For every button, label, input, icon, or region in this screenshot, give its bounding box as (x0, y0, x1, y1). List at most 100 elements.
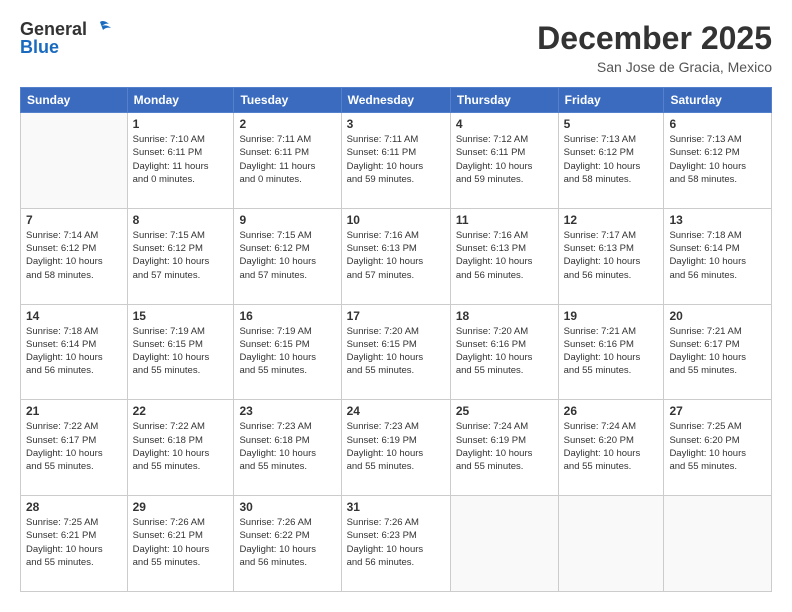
table-row: 17Sunrise: 7:20 AM Sunset: 6:15 PM Dayli… (341, 304, 450, 400)
day-number: 24 (347, 404, 445, 418)
table-row: 2 Sunrise: 7:11 AM Sunset: 6:11 PM Daylig… (234, 113, 341, 209)
table-row: 9 Sunrise: 7:15 AM Sunset: 6:12 PM Daylig… (234, 208, 341, 304)
day-number: 4 (456, 117, 553, 131)
day-number: 28 (26, 500, 122, 514)
day-info: Sunrise: 7:15 AM Sunset: 6:12 PM Dayligh… (239, 229, 335, 282)
day-number: 18 (456, 309, 553, 323)
day-info: Sunrise: 7:17 AM Sunset: 6:13 PM Dayligh… (564, 229, 659, 282)
day-number: 16 (239, 309, 335, 323)
day-info: Sunrise: 7:15 AM Sunset: 6:12 PM Dayligh… (133, 229, 229, 282)
calendar-week-row: 21 Sunrise: 7:22 AM Sunset: 6:17 PM Dayli… (21, 400, 772, 496)
table-row: 7 Sunrise: 7:14 AM Sunset: 6:12 PM Daylig… (21, 208, 128, 304)
col-saturday: Saturday (664, 88, 772, 113)
day-number: 2 (239, 117, 335, 131)
day-info: Sunrise: 7:25 AM Sunset: 6:20 PM Dayligh… (669, 420, 766, 473)
day-number: 5 (564, 117, 659, 131)
table-row: 19 Sunrise: 7:21 AM Sunset: 6:16 PM Dayli… (558, 304, 664, 400)
table-row: 8 Sunrise: 7:15 AM Sunset: 6:12 PM Daylig… (127, 208, 234, 304)
day-number: 19 (564, 309, 659, 323)
day-info: Sunrise: 7:14 AM Sunset: 6:12 PM Dayligh… (26, 229, 122, 282)
day-number: 21 (26, 404, 122, 418)
day-info: Sunrise: 7:18 AM Sunset: 6:14 PM Dayligh… (26, 325, 122, 378)
day-info: Sunrise: 7:11 AM Sunset: 6:11 PM Dayligh… (347, 133, 445, 186)
table-row: 10 Sunrise: 7:16 AM Sunset: 6:13 PM Dayli… (341, 208, 450, 304)
day-number: 9 (239, 213, 335, 227)
day-info: Sunrise: 7:22 AM Sunset: 6:17 PM Dayligh… (26, 420, 122, 473)
logo-blue: Blue (20, 38, 59, 56)
table-row: 11 Sunrise: 7:16 AM Sunset: 6:13 PM Dayli… (450, 208, 558, 304)
day-number: 7 (26, 213, 122, 227)
table-row: 21 Sunrise: 7:22 AM Sunset: 6:17 PM Dayli… (21, 400, 128, 496)
day-number: 10 (347, 213, 445, 227)
table-row (558, 496, 664, 592)
table-row: 3 Sunrise: 7:11 AM Sunset: 6:11 PM Daylig… (341, 113, 450, 209)
table-row: 14 Sunrise: 7:18 AM Sunset: 6:14 PM Dayli… (21, 304, 128, 400)
logo: General Blue (20, 20, 111, 56)
day-info: Sunrise: 7:21 AM Sunset: 6:17 PM Dayligh… (669, 325, 766, 378)
day-info: Sunrise: 7:19 AM Sunset: 6:15 PM Dayligh… (133, 325, 229, 378)
calendar: Sunday Monday Tuesday Wednesday Thursday… (20, 87, 772, 592)
table-row (664, 496, 772, 592)
col-monday: Monday (127, 88, 234, 113)
table-row: 25Sunrise: 7:24 AM Sunset: 6:19 PM Dayli… (450, 400, 558, 496)
calendar-header-row: Sunday Monday Tuesday Wednesday Thursday… (21, 88, 772, 113)
day-number: 20 (669, 309, 766, 323)
day-number: 11 (456, 213, 553, 227)
logo-general: General (20, 20, 87, 38)
table-row: 24 Sunrise: 7:23 AM Sunset: 6:19 PM Dayli… (341, 400, 450, 496)
day-info: Sunrise: 7:11 AM Sunset: 6:11 PM Dayligh… (239, 133, 335, 186)
day-info: Sunrise: 7:20 AM Sunset: 6:15 PM Dayligh… (347, 325, 445, 378)
table-row: 1 Sunrise: 7:10 AM Sunset: 6:11 PM Daylig… (127, 113, 234, 209)
table-row: 18Sunrise: 7:20 AM Sunset: 6:16 PM Dayli… (450, 304, 558, 400)
day-number: 14 (26, 309, 122, 323)
day-number: 26 (564, 404, 659, 418)
table-row: 26 Sunrise: 7:24 AM Sunset: 6:20 PM Dayli… (558, 400, 664, 496)
day-info: Sunrise: 7:16 AM Sunset: 6:13 PM Dayligh… (456, 229, 553, 282)
day-info: Sunrise: 7:26 AM Sunset: 6:21 PM Dayligh… (133, 516, 229, 569)
day-info: Sunrise: 7:12 AM Sunset: 6:11 PM Dayligh… (456, 133, 553, 186)
table-row: 16 Sunrise: 7:19 AM Sunset: 6:15 PM Dayli… (234, 304, 341, 400)
page: General Blue December 2025 San Jose de G… (0, 0, 792, 612)
day-number: 30 (239, 500, 335, 514)
day-number: 31 (347, 500, 445, 514)
day-info: Sunrise: 7:23 AM Sunset: 6:19 PM Dayligh… (347, 420, 445, 473)
calendar-week-row: 1 Sunrise: 7:10 AM Sunset: 6:11 PM Daylig… (21, 113, 772, 209)
table-row: 22Sunrise: 7:22 AM Sunset: 6:18 PM Dayli… (127, 400, 234, 496)
day-number: 8 (133, 213, 229, 227)
day-info: Sunrise: 7:16 AM Sunset: 6:13 PM Dayligh… (347, 229, 445, 282)
day-info: Sunrise: 7:13 AM Sunset: 6:12 PM Dayligh… (564, 133, 659, 186)
day-number: 1 (133, 117, 229, 131)
day-info: Sunrise: 7:13 AM Sunset: 6:12 PM Dayligh… (669, 133, 766, 186)
table-row (21, 113, 128, 209)
day-info: Sunrise: 7:23 AM Sunset: 6:18 PM Dayligh… (239, 420, 335, 473)
day-info: Sunrise: 7:22 AM Sunset: 6:18 PM Dayligh… (133, 420, 229, 473)
table-row: 13Sunrise: 7:18 AM Sunset: 6:14 PM Dayli… (664, 208, 772, 304)
day-info: Sunrise: 7:19 AM Sunset: 6:15 PM Dayligh… (239, 325, 335, 378)
table-row: 12Sunrise: 7:17 AM Sunset: 6:13 PM Dayli… (558, 208, 664, 304)
day-info: Sunrise: 7:26 AM Sunset: 6:23 PM Dayligh… (347, 516, 445, 569)
header: General Blue December 2025 San Jose de G… (20, 20, 772, 75)
day-number: 15 (133, 309, 229, 323)
day-number: 25 (456, 404, 553, 418)
day-number: 6 (669, 117, 766, 131)
table-row (450, 496, 558, 592)
table-row: 23Sunrise: 7:23 AM Sunset: 6:18 PM Dayli… (234, 400, 341, 496)
table-row: 30Sunrise: 7:26 AM Sunset: 6:22 PM Dayli… (234, 496, 341, 592)
location-subtitle: San Jose de Gracia, Mexico (537, 59, 772, 75)
table-row: 5 Sunrise: 7:13 AM Sunset: 6:12 PM Daylig… (558, 113, 664, 209)
day-info: Sunrise: 7:25 AM Sunset: 6:21 PM Dayligh… (26, 516, 122, 569)
table-row: 4 Sunrise: 7:12 AM Sunset: 6:11 PM Daylig… (450, 113, 558, 209)
col-sunday: Sunday (21, 88, 128, 113)
day-info: Sunrise: 7:21 AM Sunset: 6:16 PM Dayligh… (564, 325, 659, 378)
calendar-week-row: 28 Sunrise: 7:25 AM Sunset: 6:21 PM Dayli… (21, 496, 772, 592)
day-number: 3 (347, 117, 445, 131)
day-info: Sunrise: 7:24 AM Sunset: 6:20 PM Dayligh… (564, 420, 659, 473)
day-number: 29 (133, 500, 229, 514)
col-friday: Friday (558, 88, 664, 113)
day-info: Sunrise: 7:10 AM Sunset: 6:11 PM Dayligh… (133, 133, 229, 186)
table-row: 28 Sunrise: 7:25 AM Sunset: 6:21 PM Dayli… (21, 496, 128, 592)
table-row: 6 Sunrise: 7:13 AM Sunset: 6:12 PM Daylig… (664, 113, 772, 209)
col-tuesday: Tuesday (234, 88, 341, 113)
day-info: Sunrise: 7:18 AM Sunset: 6:14 PM Dayligh… (669, 229, 766, 282)
table-row: 27Sunrise: 7:25 AM Sunset: 6:20 PM Dayli… (664, 400, 772, 496)
